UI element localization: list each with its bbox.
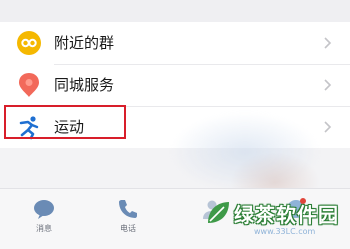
tab-messages[interactable]: 消息 xyxy=(14,189,74,249)
menu-item-nearby-groups[interactable]: 附近的群 xyxy=(0,22,350,64)
watermark-text: 绿茶软件园 xyxy=(234,203,339,227)
chevron-right-icon xyxy=(324,79,332,91)
group-icon xyxy=(17,31,41,55)
top-strip xyxy=(0,0,350,23)
watermark-url: www.33LC.com xyxy=(254,227,316,236)
menu-item-label: 同城服务 xyxy=(54,76,115,94)
chevron-right-icon xyxy=(324,37,332,49)
menu-item-local-services[interactable]: 同城服务 xyxy=(0,64,350,106)
pin-icon xyxy=(19,73,39,97)
leaf-logo-icon xyxy=(208,202,229,223)
tab-label: 消息 xyxy=(36,224,52,233)
message-bubble-icon xyxy=(34,200,54,219)
menu-item-label: 附近的群 xyxy=(54,34,115,52)
chevron-right-icon xyxy=(324,121,332,133)
phone-icon xyxy=(119,200,137,218)
highlight-box xyxy=(4,105,126,139)
watermark: 绿茶软件园 www.33LC.com xyxy=(200,195,348,245)
tab-phone[interactable]: 电话 xyxy=(98,189,158,249)
tab-label: 电话 xyxy=(120,224,136,233)
